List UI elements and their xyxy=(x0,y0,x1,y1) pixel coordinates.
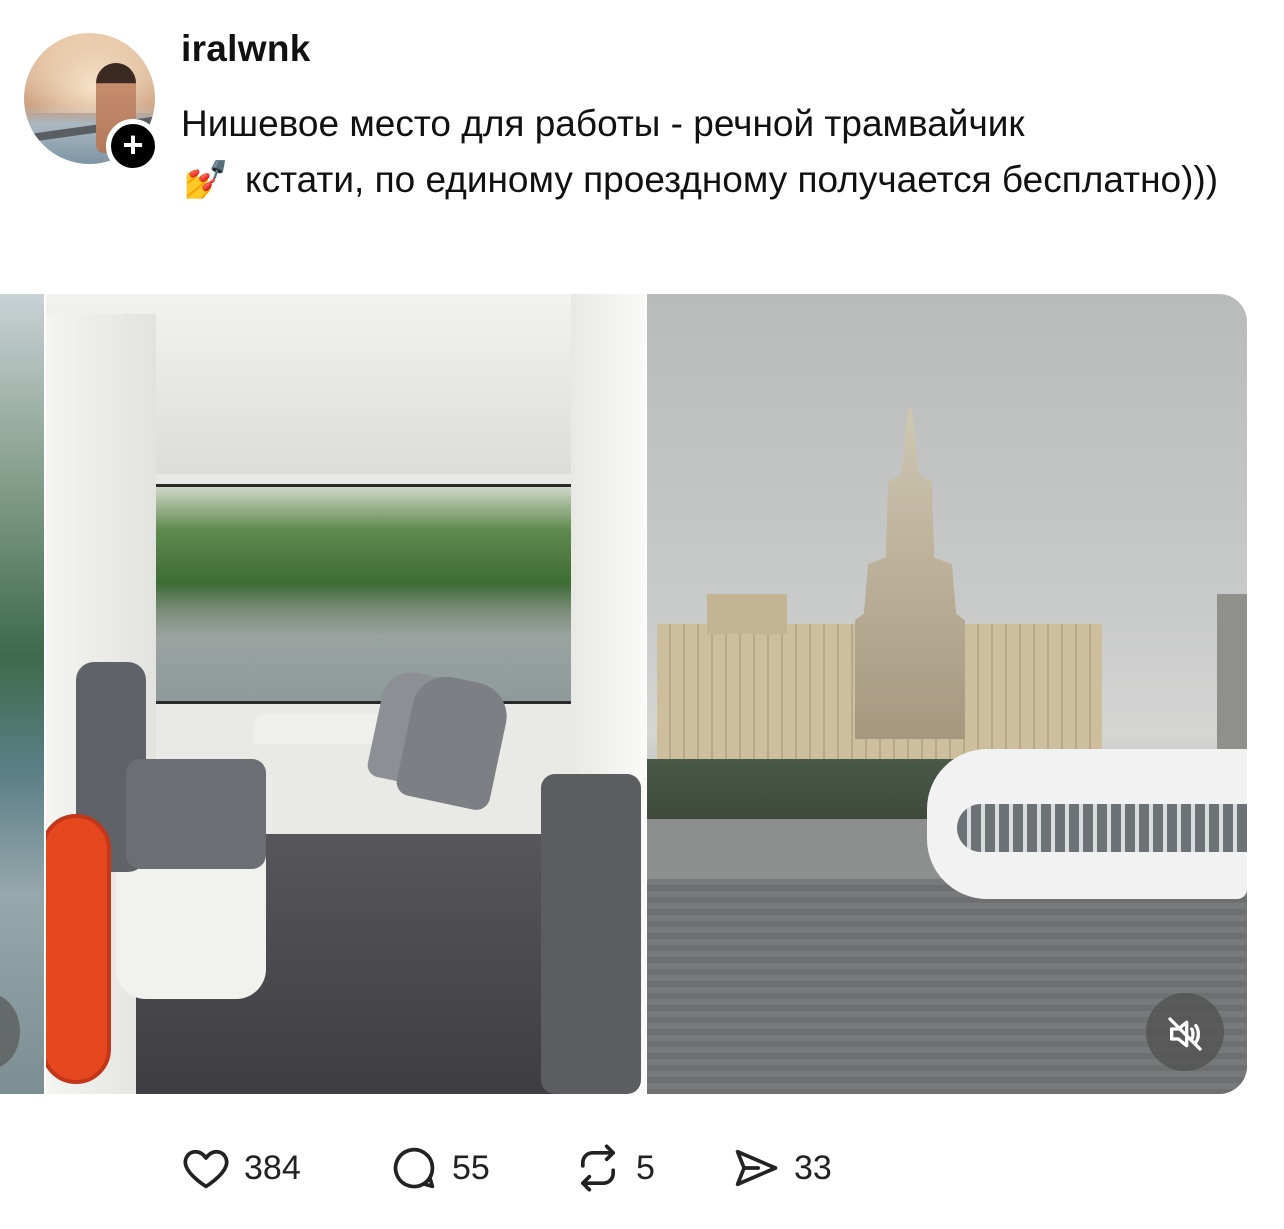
repost-icon xyxy=(580,1144,616,1192)
carousel-prev-button[interactable] xyxy=(0,994,20,1069)
username[interactable]: iralwnk xyxy=(181,28,311,70)
post-text-line2: кстати, по единому проездному получается… xyxy=(245,159,1219,200)
interior-pillar xyxy=(541,774,641,1094)
follow-button[interactable]: + xyxy=(106,119,160,173)
like-count: 384 xyxy=(244,1148,301,1187)
share-count: 33 xyxy=(794,1148,832,1187)
river-water xyxy=(647,879,1247,1094)
carousel-image-boat-interior[interactable] xyxy=(46,294,646,1094)
like-button[interactable]: 384 xyxy=(180,1140,301,1196)
media-carousel[interactable] xyxy=(0,294,1284,1094)
send-icon xyxy=(735,1149,778,1187)
nail-polish-emoji: 💅 xyxy=(182,159,230,200)
city-building xyxy=(1217,594,1247,754)
city-building xyxy=(707,594,787,634)
heart-icon xyxy=(183,1149,229,1189)
life-buoy xyxy=(46,814,111,1084)
comment-button[interactable]: 55 xyxy=(388,1140,490,1196)
river-boat-windows xyxy=(957,804,1247,852)
comment-count: 55 xyxy=(452,1148,490,1187)
carousel-video-moscow-river[interactable] xyxy=(647,294,1247,1094)
action-bar: 384 55 5 33 xyxy=(0,1140,1284,1200)
mute-button[interactable] xyxy=(1146,993,1224,1071)
share-button[interactable]: 33 xyxy=(730,1140,832,1196)
repost-count: 5 xyxy=(636,1148,655,1187)
post-text-line1: Нишевое место для работы - речной трамва… xyxy=(181,103,1025,144)
interior-window-view xyxy=(148,484,590,704)
comment-bubble-icon xyxy=(393,1147,435,1189)
carousel-image-previous[interactable] xyxy=(0,294,44,1094)
interior-bench-seat xyxy=(126,759,266,869)
post-text: Нишевое место для работы - речной трамва… xyxy=(181,96,1221,208)
repost-button[interactable]: 5 xyxy=(572,1140,655,1196)
interior-bench-base xyxy=(116,849,266,999)
muted-speaker-icon xyxy=(1168,1017,1202,1051)
city-tower xyxy=(855,409,965,739)
